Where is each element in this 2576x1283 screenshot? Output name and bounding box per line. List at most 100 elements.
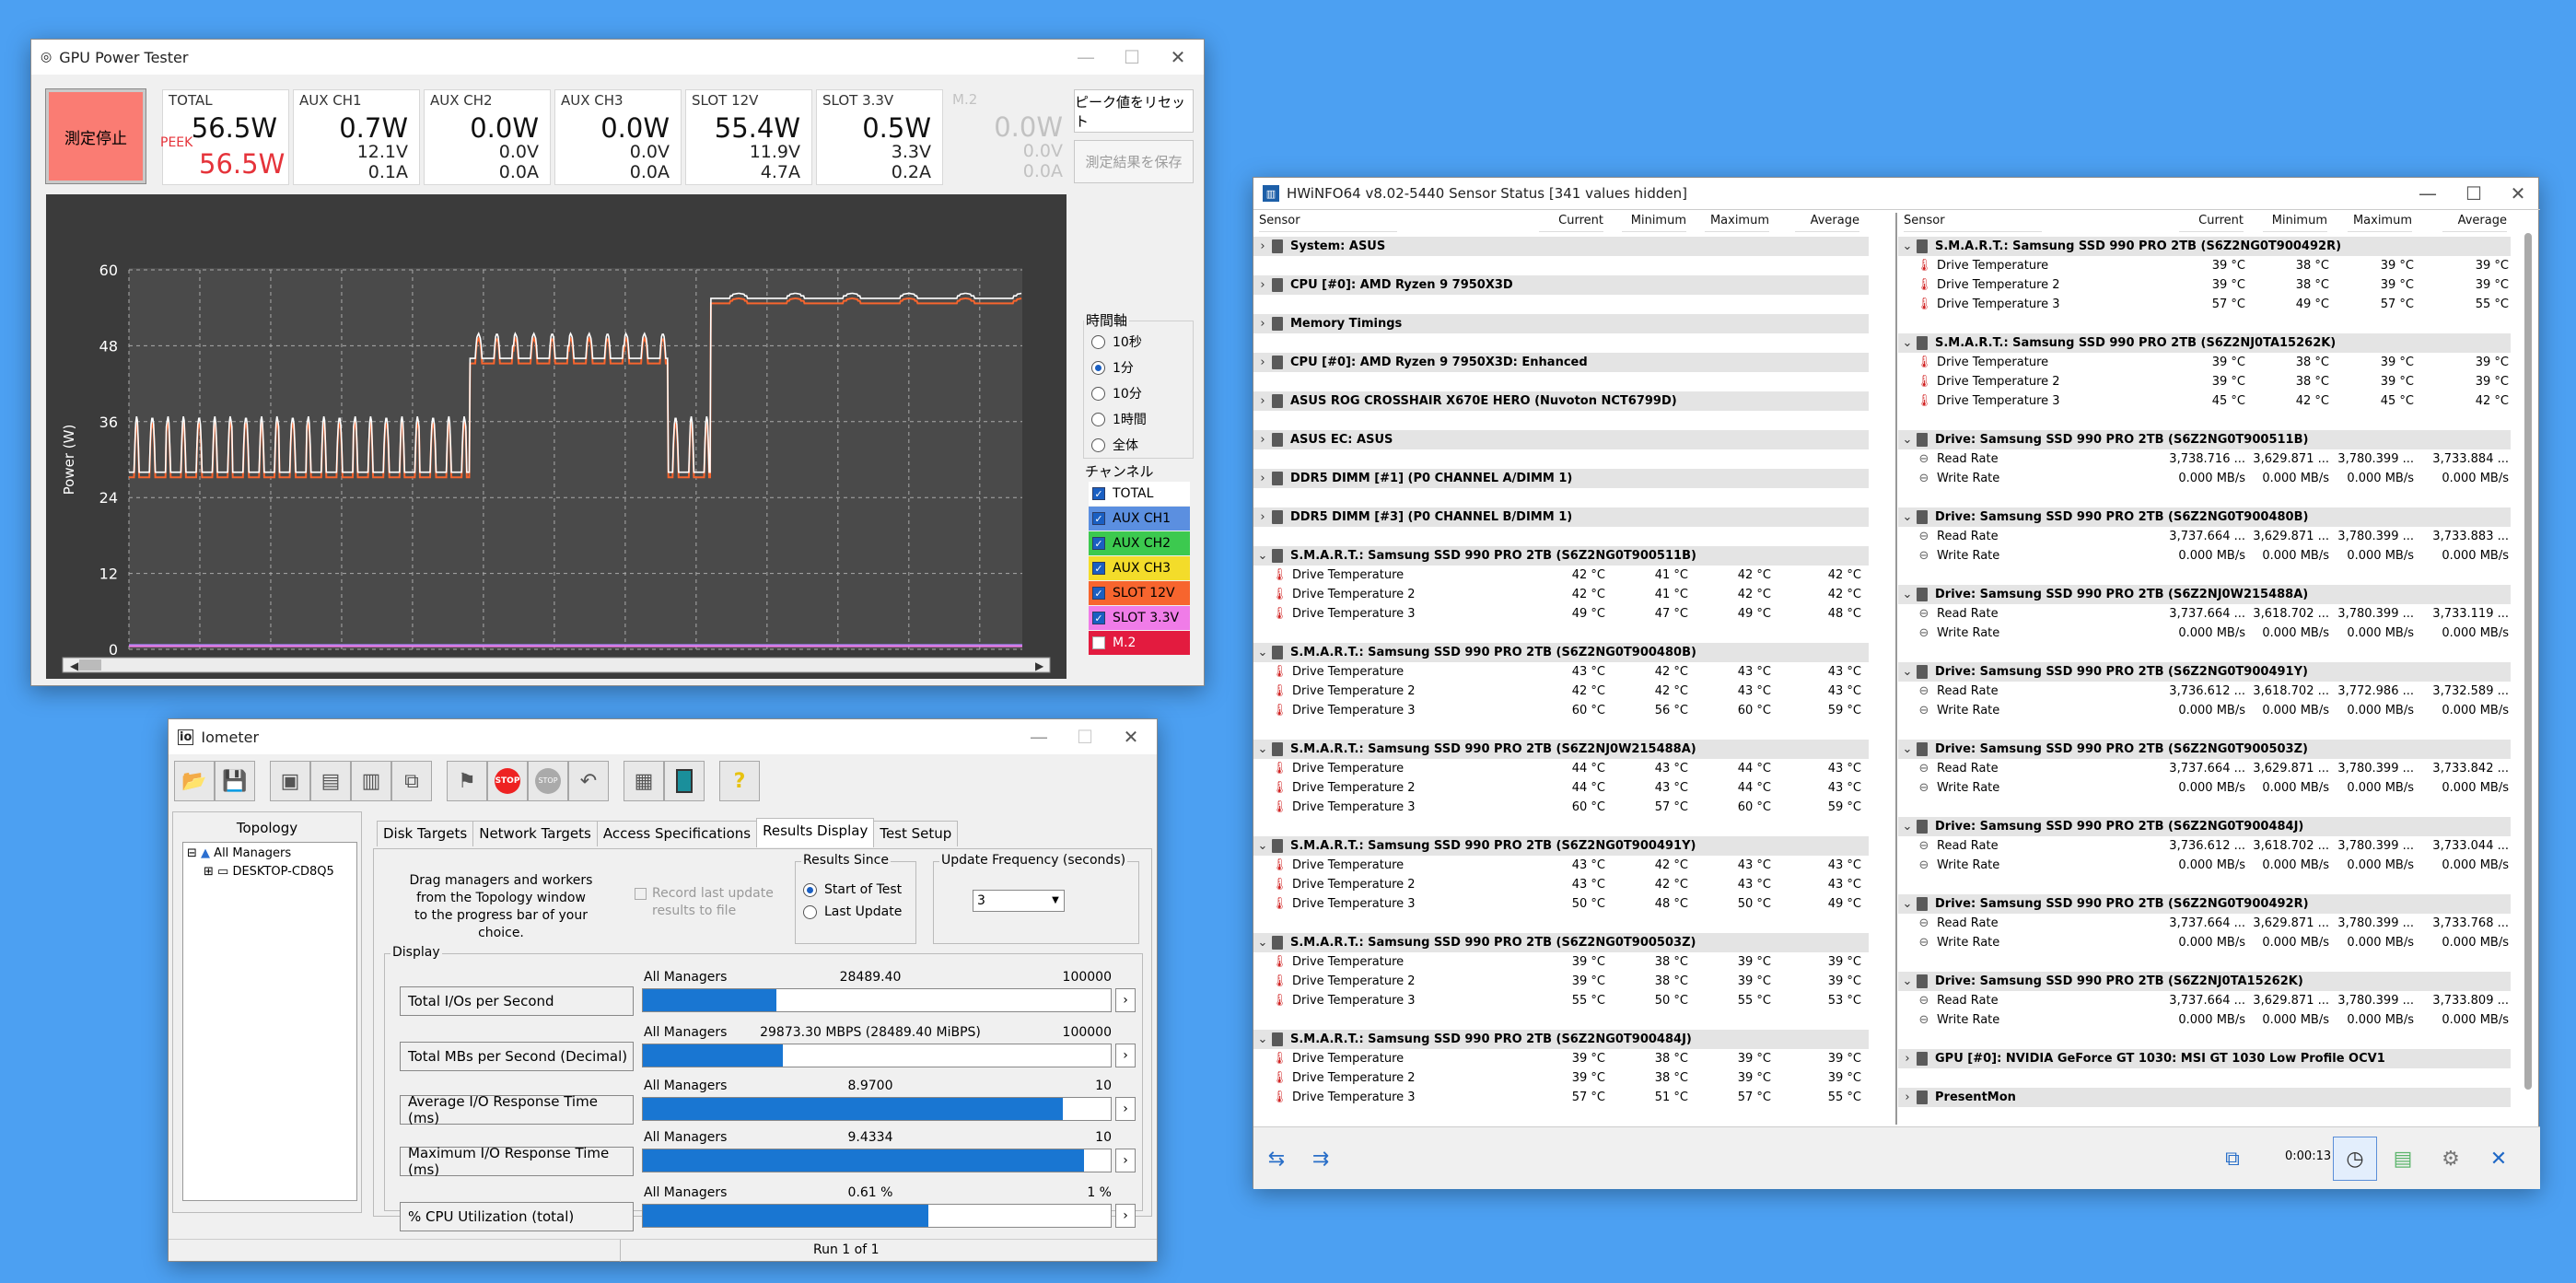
chevron-down-icon[interactable]: ⌄ <box>1898 897 1917 911</box>
tab-access-specifications[interactable]: Access Specifications <box>596 821 758 846</box>
time-option-1[interactable]: 1分 <box>1091 358 1134 377</box>
chevron-down-icon[interactable]: ⌄ <box>1898 336 1917 350</box>
close-button[interactable]: ✕ <box>1155 40 1201 75</box>
time-option-4[interactable]: 全体 <box>1091 436 1138 454</box>
copy-worker-icon[interactable]: ⧉ <box>391 761 432 801</box>
channel-toggle-6[interactable]: M.2 <box>1089 631 1190 655</box>
checkbox-icon[interactable]: ✓ <box>1092 562 1105 575</box>
radio-start-of-test[interactable]: Start of Test <box>803 882 902 897</box>
checkbox-icon[interactable]: ✓ <box>1092 612 1105 624</box>
sensor-group[interactable]: ⌄ S.M.A.R.T.: Samsung SSD 990 PRO 2TB (S6… <box>1253 1030 1869 1049</box>
column-header[interactable]: Sensor <box>1259 214 1397 232</box>
sensor-group[interactable]: ⌄ S.M.A.R.T.: Samsung SSD 990 PRO 2TB (S6… <box>1253 836 1869 856</box>
open-icon[interactable]: 📂 <box>174 761 215 801</box>
sensor-group[interactable]: ⌄ Drive: Samsung SSD 990 PRO 2TB (S6Z2NG0… <box>1898 507 2511 527</box>
sensor-group[interactable]: › GPU [#0]: NVIDIA GeForce GT 1030: MSI G… <box>1898 1049 2511 1068</box>
chevron-down-icon[interactable]: ⌄ <box>1898 742 1917 756</box>
new-worker-icon[interactable]: ▤ <box>310 761 351 801</box>
tab-disk-targets[interactable]: Disk Targets <box>377 821 474 846</box>
help-icon[interactable]: ? <box>719 761 760 801</box>
update-frequency-select[interactable]: 3 ▼ <box>973 890 1065 912</box>
sensor-group[interactable]: ⌄ S.M.A.R.T.: Samsung SSD 990 PRO 2TB (S6… <box>1253 740 1869 759</box>
sensor-group[interactable]: ⌄ Drive: Samsung SSD 990 PRO 2TB (S6Z2NG0… <box>1898 894 2511 914</box>
pane-splitter[interactable] <box>1895 213 1897 1125</box>
chevron-down-icon[interactable]: ⌄ <box>1898 239 1917 253</box>
sensor-group[interactable]: ⌄ S.M.A.R.T.: Samsung SSD 990 PRO 2TB (S6… <box>1253 643 1869 662</box>
chevron-right-icon[interactable]: › <box>1253 394 1272 408</box>
sensor-group[interactable]: ⌄ S.M.A.R.T.: Samsung SSD 990 PRO 2TB (S6… <box>1898 237 2511 256</box>
log-icon[interactable]: ▤ <box>2383 1138 2423 1179</box>
close-x-icon[interactable]: ✕ <box>2478 1138 2519 1179</box>
sensor-group[interactable]: ⌄ Drive: Samsung SSD 990 PRO 2TB (S6Z2NG0… <box>1898 740 2511 759</box>
sensor-group[interactable]: ⌄ Drive: Samsung SSD 990 PRO 2TB (S6Z2NJ0… <box>1898 972 2511 991</box>
radio-icon[interactable] <box>1091 360 1105 375</box>
radio-icon[interactable] <box>1091 386 1105 401</box>
column-header[interactable]: Minimum <box>1622 214 1686 232</box>
scrollbar-right[interactable] <box>2524 233 2532 1090</box>
metric-arrow-button[interactable]: › <box>1115 988 1136 1012</box>
channel-toggle-1[interactable]: ✓ AUX CH1 <box>1089 507 1190 531</box>
channel-toggle-0[interactable]: ✓ TOTAL <box>1089 482 1190 506</box>
chevron-down-icon[interactable]: ⌄ <box>1898 510 1917 524</box>
tree-all-managers[interactable]: ⊟ ▲ All Managers <box>187 846 291 860</box>
sensor-group[interactable]: ⌄ S.M.A.R.T.: Samsung SSD 990 PRO 2TB (S6… <box>1898 333 2511 353</box>
sensor-pane-right[interactable]: Sensor Current Minimum Maximum Average ⌄ S.M.A… <box>1898 178 2540 1126</box>
chevron-right-icon[interactable]: › <box>1253 278 1272 292</box>
column-header[interactable]: Current <box>2179 214 2244 232</box>
start-tests-icon[interactable]: ⚑ <box>447 761 487 801</box>
metric-button[interactable]: Total I/Os per Second <box>400 986 634 1016</box>
radio-icon[interactable] <box>1091 334 1105 349</box>
save-results-button[interactable]: 測定結果を保存 <box>1074 140 1194 183</box>
network-icon[interactable]: ⧉ <box>2211 1138 2254 1179</box>
reset-workers-icon[interactable]: ↶ <box>568 761 609 801</box>
chevron-down-icon[interactable]: ⌄ <box>1898 433 1917 447</box>
sensor-group[interactable]: › CPU [#0]: AMD Ryzen 9 7950X3D: Enhanced <box>1253 353 1869 372</box>
column-header[interactable]: Average <box>1795 214 1859 232</box>
checkbox-icon[interactable]: ✓ <box>1092 587 1105 600</box>
column-header[interactable]: Maximum <box>2348 214 2412 232</box>
sensor-group[interactable]: › Memory Timings <box>1253 314 1869 333</box>
chart-scroll-thumb[interactable] <box>79 659 101 671</box>
tree-desktop[interactable]: ⊞ ▭ DESKTOP-CD8Q5 <box>204 865 355 879</box>
sensor-group[interactable]: ⌄ S.M.A.R.T.: Samsung SSD 990 PRO 2TB (S6… <box>1253 933 1869 952</box>
column-header[interactable]: Average <box>2442 214 2507 232</box>
column-header[interactable]: Sensor <box>1904 214 2042 232</box>
sensor-group[interactable]: › ASUS EC: ASUS <box>1253 430 1869 449</box>
topology-tab[interactable]: Topology <box>173 820 361 836</box>
sensor-group[interactable]: › ASUS ROG CROSSHAIR X670E HERO (Nuvoton … <box>1253 391 1869 411</box>
io-minimize-button[interactable]: — <box>1016 719 1062 754</box>
tab-test-setup[interactable]: Test Setup <box>873 821 959 846</box>
new-manager-icon[interactable]: ▣ <box>270 761 310 801</box>
gpu-title-bar[interactable]: ◎ GPU Power Tester <box>31 40 1204 75</box>
sensor-group[interactable]: ⌄ Drive: Samsung SSD 990 PRO 2TB (S6Z2NG0… <box>1898 817 2511 836</box>
metric-arrow-button[interactable]: › <box>1115 1149 1136 1172</box>
io-close-button[interactable]: ✕ <box>1108 719 1154 754</box>
topology-tree[interactable]: ⊟ ▲ All Managers ⊞ ▭ DESKTOP-CD8Q5 <box>182 842 357 1201</box>
settings-gear-icon[interactable]: ⚙ <box>2430 1138 2471 1179</box>
chevron-right-icon[interactable]: › <box>1253 239 1272 253</box>
reset-peak-button[interactable]: ピーク値をリセット <box>1074 89 1194 133</box>
column-header[interactable]: Maximum <box>1705 214 1769 232</box>
sensor-group[interactable]: › DDR5 DIMM [#1] (P0 CHANNEL A/DIMM 1) <box>1253 469 1869 488</box>
checkbox-icon[interactable]: ✓ <box>1092 537 1105 550</box>
sensor-group[interactable]: ⌄ S.M.A.R.T.: Samsung SSD 990 PRO 2TB (S6… <box>1253 546 1869 566</box>
chevron-down-icon[interactable]: ⌄ <box>1898 588 1917 601</box>
chevron-down-icon[interactable]: ⌄ <box>1898 665 1917 679</box>
chevron-right-icon[interactable]: › <box>1253 472 1272 485</box>
sensor-pane-left[interactable]: Sensor Current Minimum Maximum Average › Syste… <box>1253 178 1871 1126</box>
sensor-group[interactable]: › PresentMon <box>1898 1088 2511 1107</box>
next-icon[interactable]: ⇉ <box>1301 1138 1340 1179</box>
sensor-group[interactable]: › System: ASUS <box>1253 237 1869 256</box>
sensor-group[interactable]: ⌄ Drive: Samsung SSD 990 PRO 2TB (S6Z2NJ0… <box>1898 585 2511 604</box>
chevron-down-icon[interactable]: ⌄ <box>1253 549 1272 563</box>
metric-arrow-button[interactable]: › <box>1115 1204 1136 1228</box>
chevron-down-icon[interactable]: ⌄ <box>1253 936 1272 950</box>
checkbox-icon[interactable]: ✓ <box>1092 512 1105 525</box>
scroll-left-icon[interactable]: ◀ <box>70 659 79 672</box>
column-header[interactable]: Current <box>1539 214 1603 232</box>
save-icon[interactable]: 💾 <box>215 761 255 801</box>
io-maximize-button[interactable]: ☐ <box>1062 719 1108 754</box>
chevron-down-icon[interactable]: ⌄ <box>1253 839 1272 853</box>
sensor-group[interactable]: › DDR5 DIMM [#3] (P0 CHANNEL B/DIMM 1) <box>1253 507 1869 527</box>
time-option-2[interactable]: 10分 <box>1091 384 1142 402</box>
